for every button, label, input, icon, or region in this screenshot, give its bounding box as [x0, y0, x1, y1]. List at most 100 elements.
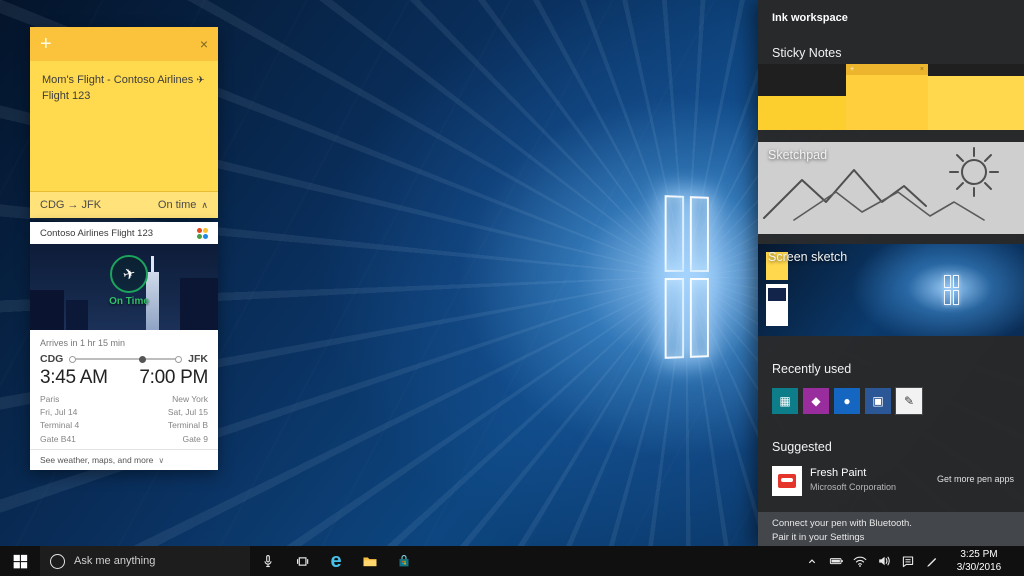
status-on-time-label: On Time — [90, 296, 168, 307]
route-text: CDG → JFK — [40, 199, 101, 211]
windows-logo-icon — [13, 554, 28, 569]
get-more-pen-apps-link[interactable]: Get more pen apps — [937, 474, 1014, 484]
see-more-text: See weather, maps, and more — [40, 455, 153, 465]
pen-pairing-tip: Connect your pen with Bluetooth. Pair it… — [758, 512, 1024, 546]
sticky-note-text[interactable]: Mom's Flight - Contoso Airlines✈ Flight … — [30, 61, 218, 105]
depart-city: Paris — [40, 393, 59, 406]
building-silhouette — [30, 290, 64, 330]
depart-gate: Gate B41 — [40, 433, 76, 446]
destination-photo: ✈ On Time — [30, 244, 218, 330]
sticky-notes-preview[interactable]: + × — [758, 64, 1024, 130]
sketchpad-label: Sketchpad — [768, 148, 827, 162]
edge-button[interactable]: e — [320, 546, 352, 576]
windows-ink-button[interactable] — [920, 546, 944, 576]
taskbar: Ask me anything e — [0, 546, 1024, 576]
suggested-app-row[interactable]: Fresh Paint Microsoft Corporation Get mo… — [758, 464, 1024, 500]
depart-terminal: Terminal 4 — [40, 419, 79, 432]
microphone-icon — [261, 554, 275, 568]
add-note-button[interactable]: + — [40, 34, 52, 54]
pen-tip-settings-link[interactable]: Pair it in your Settings — [772, 532, 864, 543]
clock-date: 3/30/2016 — [946, 561, 1012, 574]
sticky-note-window[interactable]: + × Mom's Flight - Contoso Airlines✈ Fli… — [30, 27, 218, 218]
mini-screenshot-card — [766, 284, 788, 326]
file-explorer-button[interactable] — [354, 546, 386, 576]
clock-time: 3:25 PM — [946, 548, 1012, 561]
flight-details: Paris New York Fri, Jul 14 Sat, Jul 15 T… — [30, 389, 218, 446]
flight-card-title: Contoso Airlines Flight 123 — [40, 228, 153, 239]
tray-expand-button[interactable] — [800, 546, 824, 576]
flight-status-toggle[interactable]: On time ∧ — [158, 199, 208, 211]
insight-provider-icon — [197, 228, 208, 239]
flight-card-header: Contoso Airlines Flight 123 — [30, 222, 218, 244]
ink-workspace-title: Ink workspace — [772, 12, 848, 24]
volume-button[interactable] — [872, 546, 896, 576]
pen-icon — [925, 554, 939, 568]
building-silhouette — [180, 278, 218, 330]
folder-icon — [362, 554, 378, 568]
start-button[interactable] — [0, 546, 40, 576]
depart-code: CDG — [40, 353, 63, 365]
logo-pane — [690, 196, 709, 272]
mini-sticky-note — [758, 96, 854, 130]
logo-pane — [665, 278, 684, 359]
mini-close-icon: × — [920, 66, 924, 73]
mini-sticky-note: + × — [846, 64, 928, 130]
arrive-date: Sat, Jul 15 — [168, 406, 208, 419]
recent-app-1-icon[interactable]: ▦ — [772, 388, 798, 414]
logo-pane — [665, 195, 684, 272]
status-text: On time — [158, 199, 197, 211]
network-status-button[interactable] — [848, 546, 872, 576]
mini-add-icon: + — [850, 66, 854, 73]
building-spire — [151, 256, 154, 272]
arrive-time: 7:00 PM — [139, 367, 208, 389]
store-bag-icon — [397, 554, 411, 568]
speaker-icon — [877, 554, 891, 568]
task-view-button[interactable] — [286, 546, 318, 576]
flight-insight-bar[interactable]: CDG → JFK On time ∧ — [30, 191, 218, 218]
wifi-icon — [853, 554, 867, 568]
chevron-down-icon: ∨ — [158, 456, 164, 465]
mini-sticky-note — [928, 76, 1024, 130]
flight-insight-card[interactable]: Contoso Airlines Flight 123 ✈ On Time Ar… — [30, 222, 218, 470]
route-row: CDG JFK — [30, 350, 218, 365]
battery-status-button[interactable] — [824, 546, 848, 576]
airplane-icon: ✈ — [196, 75, 204, 86]
recent-app-3-icon[interactable]: ● — [834, 388, 860, 414]
desktop: + × Mom's Flight - Contoso Airlines✈ Fli… — [0, 0, 1024, 576]
fresh-paint-icon — [772, 466, 802, 496]
see-more-link[interactable]: See weather, maps, and more ∨ — [30, 449, 218, 470]
sticky-note-titlebar[interactable]: + × — [30, 27, 218, 61]
close-note-button[interactable]: × — [200, 37, 208, 51]
screen-sketch-label: Screen sketch — [768, 250, 847, 264]
building-silhouette — [66, 300, 88, 330]
battery-icon — [829, 554, 844, 568]
cortana-icon — [50, 554, 65, 569]
cortana-search-input[interactable]: Ask me anything — [40, 546, 250, 576]
sticky-notes-label: Sticky Notes — [772, 46, 841, 60]
depart-time: 3:45 AM — [40, 367, 108, 389]
chevron-up-icon — [805, 554, 819, 568]
recent-app-4-icon[interactable]: ▣ — [865, 388, 891, 414]
task-view-icon — [295, 554, 310, 569]
note-line-1: Mom's Flight - Contoso Airlines — [42, 74, 193, 86]
recent-app-2-icon[interactable]: ◆ — [803, 388, 829, 414]
microphone-button[interactable] — [252, 546, 284, 576]
recent-app-5-pen-icon[interactable]: ✎ — [896, 388, 922, 414]
recently-used-label: Recently used — [772, 362, 851, 376]
mini-windows-logo — [944, 275, 959, 305]
suggested-app-name: Fresh Paint — [810, 467, 866, 479]
action-center-icon — [901, 554, 915, 568]
action-center-button[interactable] — [896, 546, 920, 576]
screen-sketch-preview[interactable]: Screen sketch — [758, 244, 1024, 336]
taskbar-clock[interactable]: 3:25 PM 3/30/2016 — [946, 548, 1012, 574]
store-button[interactable] — [388, 546, 420, 576]
depart-date: Fri, Jul 14 — [40, 406, 77, 419]
flight-progress-line — [71, 358, 180, 360]
mini-note-titlebar: + × — [846, 64, 928, 75]
ink-workspace-panel: Ink workspace Sticky Notes + × — [758, 0, 1024, 546]
chevron-up-icon: ∧ — [201, 200, 208, 211]
arrive-terminal: Terminal B — [168, 419, 208, 432]
airplane-icon: ✈ — [121, 264, 138, 285]
sketchpad-preview[interactable]: Sketchpad — [758, 142, 1024, 234]
arrival-countdown: Arrives in 1 hr 15 min — [30, 330, 218, 350]
